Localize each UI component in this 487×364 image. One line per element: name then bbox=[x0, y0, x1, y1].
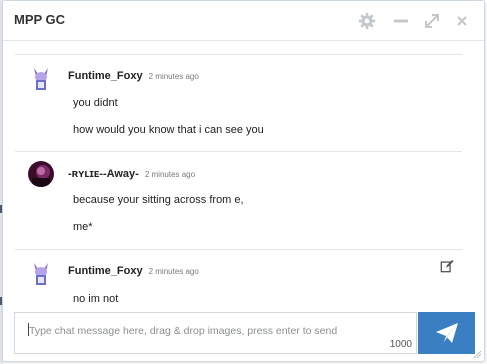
close-icon[interactable] bbox=[453, 12, 471, 30]
title-bar[interactable]: MPP GC bbox=[3, 1, 484, 41]
message-author[interactable]: Funtime_Foxy 2 minutes ago bbox=[68, 265, 199, 277]
resize-handle-icon[interactable] bbox=[472, 349, 482, 359]
edit-icon[interactable] bbox=[440, 259, 454, 273]
author-name: Funtime_Foxy bbox=[68, 265, 143, 277]
message-text: me* bbox=[73, 221, 93, 233]
chat-message: -ʀʏʟɪᴇ--Away- 2 minutes ago because your … bbox=[15, 152, 462, 250]
message-input[interactable] bbox=[15, 313, 416, 339]
message-list[interactable]: Funtime_Foxy 2 minutes ago you didnt how … bbox=[3, 42, 484, 304]
chat-window: MPP GC Funtime_Foxy 2 minutes ago you di… bbox=[2, 0, 485, 362]
author-name: Funtime_Foxy bbox=[68, 70, 143, 82]
gear-icon[interactable] bbox=[358, 12, 376, 30]
message-author[interactable]: -ʀʏʟɪᴇ--Away- 2 minutes ago bbox=[68, 168, 195, 180]
text-caret bbox=[28, 323, 29, 336]
message-text: no im not bbox=[73, 293, 119, 304]
avatar bbox=[28, 161, 54, 187]
composer: 1000 bbox=[3, 304, 484, 361]
chat-message: Funtime_Foxy 2 minutes ago you didnt how … bbox=[15, 55, 462, 152]
expand-icon[interactable] bbox=[423, 12, 441, 30]
chat-message: Funtime_Foxy 2 minutes ago no im not bbox=[15, 250, 462, 304]
window-title: MPP GC bbox=[14, 12, 66, 27]
send-button[interactable] bbox=[418, 312, 475, 354]
message-time: 2 minutes ago bbox=[148, 267, 199, 276]
char-counter: 1000 bbox=[389, 339, 412, 350]
message-author[interactable]: Funtime_Foxy 2 minutes ago bbox=[68, 70, 199, 82]
message-time: 2 minutes ago bbox=[144, 170, 196, 179]
message-time: 2 minutes ago bbox=[148, 72, 199, 81]
author-name: -ʀʏʟɪᴇ--Away- bbox=[68, 168, 139, 180]
avatar bbox=[28, 65, 54, 91]
message-text: because your sitting across from e, bbox=[73, 194, 244, 206]
message-text: how would you know that i can see you bbox=[73, 124, 264, 136]
message-text: you didnt bbox=[73, 97, 118, 109]
minimize-icon[interactable] bbox=[392, 12, 410, 30]
paper-plane-icon bbox=[436, 323, 458, 343]
message-input-box[interactable]: 1000 bbox=[14, 312, 417, 354]
avatar bbox=[28, 260, 54, 286]
